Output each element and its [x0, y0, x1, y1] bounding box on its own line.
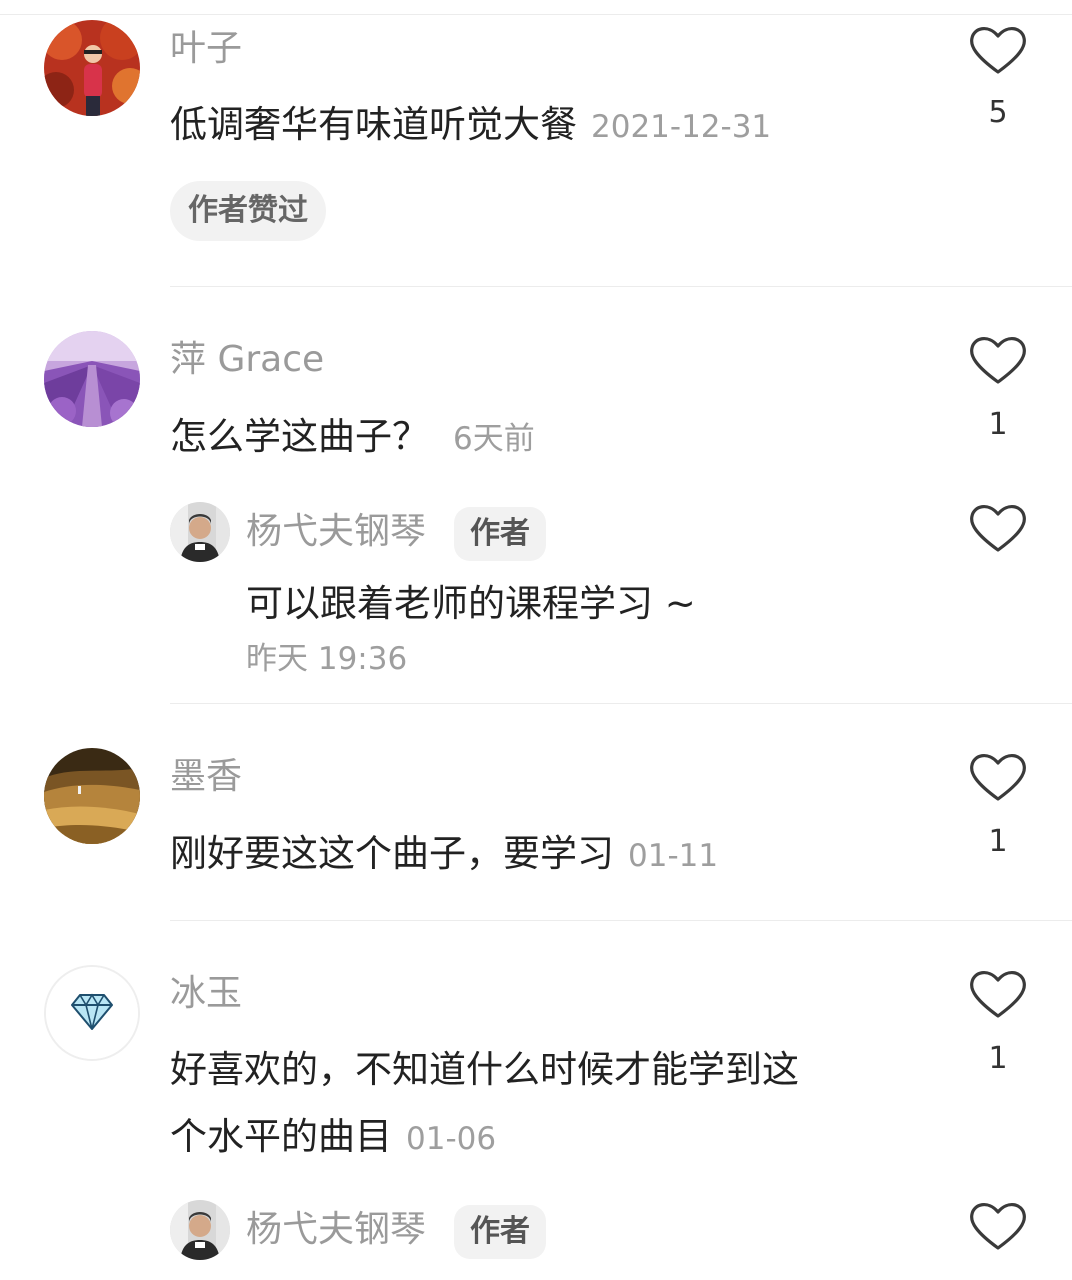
user-avatar[interactable]: [44, 20, 140, 116]
man-portrait-avatar: [170, 1200, 230, 1260]
like-count: 5: [988, 95, 1008, 130]
reply-avatar[interactable]: [170, 1200, 230, 1260]
like-button[interactable]: [968, 751, 1028, 803]
comment-time: 6天前: [453, 421, 535, 457]
top-divider: [0, 14, 1072, 15]
heart-icon: [970, 1203, 1026, 1250]
comment-time: 01-06: [406, 1121, 497, 1157]
lavender-field-avatar: [44, 331, 140, 427]
heart-icon: [970, 505, 1026, 552]
reply-avatar[interactable]: [170, 502, 230, 562]
comment-text-line1: 好喜欢的，不知道什么时候才能学到这: [170, 1048, 799, 1091]
comment-divider: [170, 286, 1072, 287]
comment-body: 怎么学这曲子？: [170, 415, 429, 458]
like-button[interactable]: [968, 24, 1028, 76]
comment-body: 刚好要这这个曲子，要学习: [170, 832, 614, 875]
heart-icon: [970, 971, 1026, 1018]
diamond-avatar: [46, 967, 138, 1059]
like-count: 1: [988, 824, 1008, 859]
comment-divider: [170, 703, 1072, 704]
comment-divider: [170, 920, 1072, 921]
reply-time: 昨天 19:36: [246, 641, 408, 677]
author-liked-badge: 作者赞过: [170, 181, 326, 241]
author-badge: 作者: [454, 507, 546, 561]
comment-body: 低调奢华有味道听觉大餐: [170, 103, 577, 146]
comment-username[interactable]: 叶子: [170, 31, 242, 67]
comment-text: 刚好要这这个曲子，要学习 01-11: [170, 835, 718, 872]
user-avatar[interactable]: [44, 965, 140, 1061]
comment-username[interactable]: 墨香: [170, 759, 242, 795]
desert-dunes-avatar: [44, 748, 140, 844]
user-avatar[interactable]: [44, 331, 140, 427]
like-button[interactable]: [968, 968, 1028, 1020]
author-badge: 作者: [454, 1205, 546, 1259]
reply-username[interactable]: 杨弋夫钢琴: [246, 514, 426, 550]
person-red-foliage-avatar: [44, 20, 140, 116]
heart-icon: [970, 337, 1026, 384]
like-button[interactable]: [968, 502, 1028, 554]
user-avatar[interactable]: [44, 748, 140, 844]
comment-text: 个水平的曲目 01-06: [170, 1118, 496, 1155]
comment-body: 个水平的曲目: [170, 1115, 392, 1158]
comment-time: 01-11: [628, 838, 719, 874]
comment-username[interactable]: 萍 Grace: [170, 342, 324, 378]
reply-text: 可以跟着老师的课程学习 ~: [246, 582, 696, 625]
comment-username[interactable]: 冰玉: [170, 976, 242, 1012]
like-count: 1: [988, 1041, 1008, 1076]
heart-icon: [970, 27, 1026, 74]
like-button[interactable]: [968, 1200, 1028, 1252]
comment-text: 低调奢华有味道听觉大餐 2021-12-31: [170, 106, 771, 143]
comment-text: 怎么学这曲子？ 6天前: [170, 418, 535, 455]
comment-time: 2021-12-31: [591, 109, 772, 145]
reply-username[interactable]: 杨弋夫钢琴: [246, 1212, 426, 1248]
like-count: 1: [988, 407, 1008, 442]
like-button[interactable]: [968, 334, 1028, 386]
heart-icon: [970, 754, 1026, 801]
man-portrait-avatar: [170, 502, 230, 562]
